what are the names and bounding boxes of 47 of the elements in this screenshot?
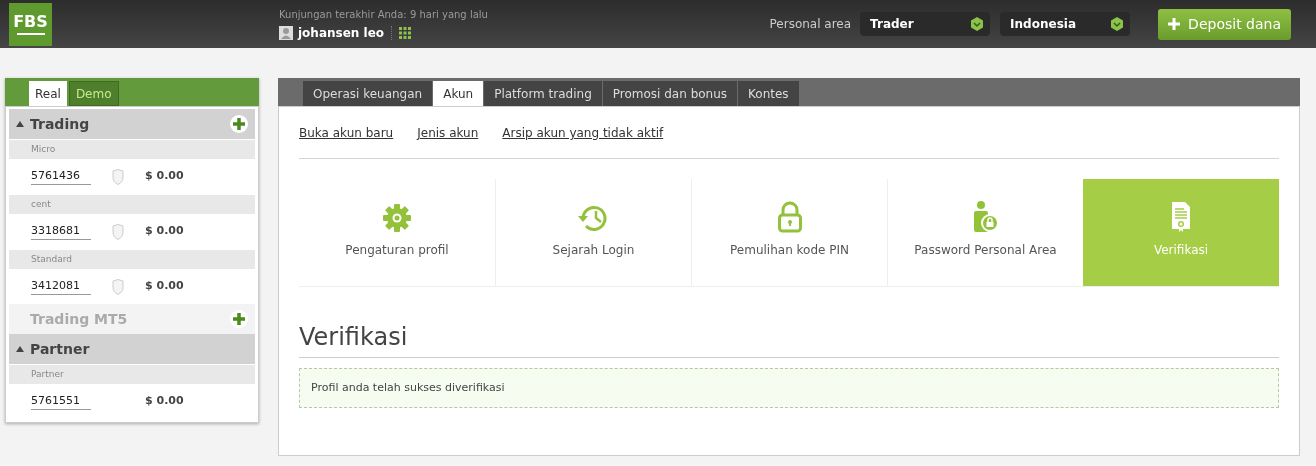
- nav-tab[interactable]: Promosi dan bonus: [602, 81, 738, 106]
- dropdown[interactable]: Indonesia: [1000, 12, 1131, 36]
- dropdown[interactable]: Trader: [860, 12, 991, 36]
- dropdown-caret-icon: [970, 17, 985, 31]
- document-icon: [1171, 201, 1191, 233]
- balance-text: $ 0.00: [145, 223, 184, 240]
- add-icon[interactable]: [230, 115, 248, 133]
- account-number-link[interactable]: 3412081: [31, 277, 91, 296]
- add-icon[interactable]: [230, 310, 248, 328]
- gear-icon: [382, 203, 412, 233]
- account-number-link[interactable]: 5761436: [31, 167, 91, 186]
- account-link[interactable]: Jenis akun: [417, 124, 479, 142]
- group-label: Standard: [9, 250, 255, 269]
- last-visit-text: Kunjungan terakhir Anda: 9 hari yang lalu: [279, 7, 488, 22]
- section-header[interactable]: Trading: [9, 109, 255, 139]
- account-number-link[interactable]: 3318681: [31, 222, 91, 241]
- apps-grid-icon[interactable]: [399, 26, 412, 39]
- option-tile[interactable]: Pengaturan profil: [299, 179, 495, 286]
- option-tile[interactable]: Sejarah Login: [495, 179, 691, 286]
- account-number-link[interactable]: 5761551: [31, 392, 91, 411]
- account-link[interactable]: Buka akun baru: [299, 124, 394, 142]
- nav-tab[interactable]: Kontes: [738, 81, 799, 106]
- user-lock-icon: [972, 201, 999, 233]
- account-link[interactable]: Arsip akun yang tidak aktif: [502, 124, 664, 142]
- collapse-caret-icon: [16, 346, 24, 352]
- dropdown-caret-icon: [1110, 17, 1125, 31]
- personal-area-label: Personal area: [769, 16, 852, 33]
- group-label: Micro: [9, 140, 255, 159]
- section-header[interactable]: Partner: [9, 334, 255, 364]
- nav-tab[interactable]: Platform trading: [484, 81, 602, 106]
- lock-icon: [777, 201, 802, 233]
- balance-text: $ 0.00: [145, 393, 184, 410]
- nav-tab[interactable]: Akun: [433, 81, 484, 106]
- group-label: cent: [9, 195, 255, 214]
- user-name[interactable]: johansen leo: [298, 23, 385, 42]
- section-heading: Verifikasi: [299, 319, 1279, 358]
- option-tile[interactable]: Pemulihan kode PIN: [691, 179, 887, 286]
- collapse-caret-icon: [16, 121, 24, 127]
- success-message: Profil anda telah sukses diverifikasi: [299, 368, 1279, 408]
- group-label: Partner: [9, 365, 255, 384]
- avatar-icon: [279, 25, 293, 40]
- account-type-tab[interactable]: Demo: [68, 81, 119, 106]
- nav-tab[interactable]: Operasi keuangan: [303, 81, 433, 106]
- plus-icon: [1168, 18, 1181, 30]
- account-type-tab[interactable]: Real: [29, 81, 67, 106]
- balance-text: $ 0.00: [145, 168, 184, 185]
- balance-text: $ 0.00: [145, 278, 184, 295]
